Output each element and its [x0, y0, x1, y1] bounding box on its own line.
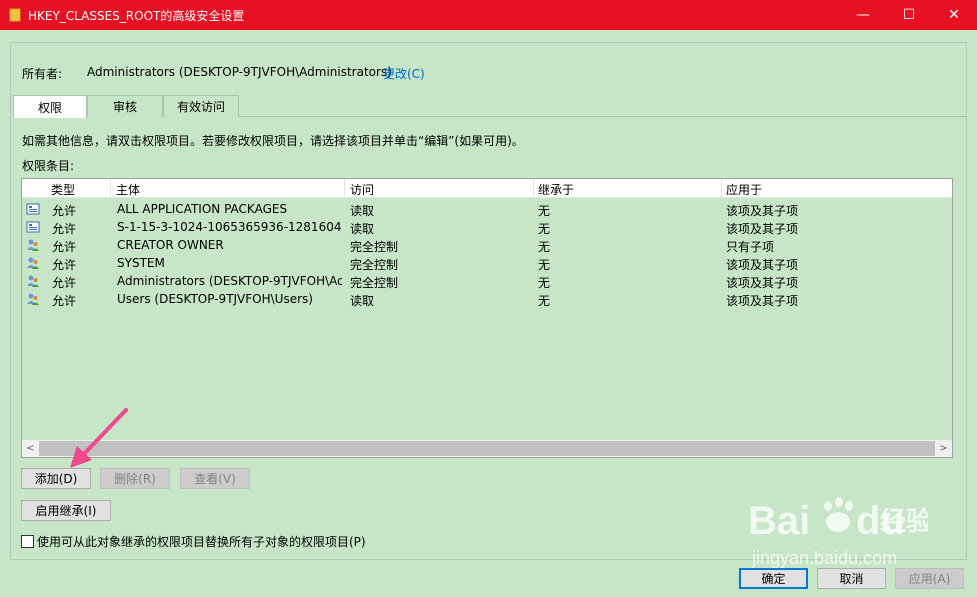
close-icon: ✕ [948, 7, 960, 23]
cancel-button-label: 取消 [839, 572, 864, 586]
cancel-button[interactable]: 取消 [817, 568, 886, 589]
column-separator [533, 179, 534, 198]
row-access: 完全控制 [350, 240, 399, 254]
row-applies-to: 该项及其子项 [726, 204, 799, 218]
tab-label: 有效访问 [176, 100, 225, 114]
row-principal: ALL APPLICATION PACKAGES [117, 202, 288, 216]
maximize-icon: ☐ [902, 7, 916, 23]
close-button[interactable]: ✕ [931, 0, 977, 30]
row-principal: S-1-15-3-1024-1065365936-12816047... [117, 220, 342, 234]
replace-child-permissions-option[interactable]: 使用可从此对象继承的权限项目替换所有子对象的权限项目(P) [21, 533, 366, 550]
row-applies-to: 该项及其子项 [726, 294, 799, 308]
row-type: 允许 [52, 258, 77, 272]
scroll-right-button[interactable]: > [935, 440, 952, 457]
table-row[interactable]: 允许 SYSTEM 完全控制 无 该项及其子项 [22, 254, 952, 272]
column-header-inherited-from[interactable]: 继承于 [538, 181, 574, 197]
replace-child-permissions-checkbox[interactable] [21, 535, 34, 548]
table-row[interactable]: 允许 Users (DESKTOP-9TJVFOH\Users) 读取 无 该项… [22, 290, 952, 308]
folder-icon [9, 8, 21, 22]
chevron-right-icon: > [939, 443, 948, 454]
change-owner-link[interactable]: 更改(C) [383, 65, 425, 82]
apply-button[interactable]: 应用(A) [895, 568, 964, 589]
row-access: 读取 [350, 204, 375, 218]
apply-button-label: 应用(A) [908, 572, 951, 586]
row-inherited-from: 无 [538, 258, 551, 272]
tab-auditing[interactable]: 审核 [87, 95, 163, 117]
enable-inheritance-button[interactable]: 启用继承(I) [21, 500, 111, 521]
row-inherited-from: 无 [538, 204, 551, 218]
chevron-left-icon: < [26, 443, 35, 454]
window-title: HKEY_CLASSES_ROOT的高级安全设置 [28, 9, 245, 23]
list-header: 类型 主体 访问 继承于 应用于 [22, 179, 952, 198]
row-access: 读取 [350, 222, 375, 236]
row-type: 允许 [52, 276, 77, 290]
horizontal-scrollbar[interactable]: < > [22, 440, 952, 457]
minimize-button[interactable]: — [840, 0, 886, 30]
watermark-url: jingyan.baidu.com [751, 548, 897, 568]
row-principal: Users (DESKTOP-9TJVFOH\Users) [117, 292, 313, 306]
ok-button-label: 确定 [761, 572, 786, 586]
owner-value: Administrators (DESKTOP-9TJVFOH\Administ… [87, 65, 392, 79]
tab-permissions[interactable]: 权限 [13, 95, 87, 118]
view-button[interactable]: 查看(V) [180, 468, 250, 489]
ok-button[interactable]: 确定 [739, 568, 808, 589]
user-group-icon [27, 257, 39, 269]
row-access: 完全控制 [350, 258, 399, 272]
table-row[interactable]: 允许 S-1-15-3-1024-1065365936-12816047... … [22, 218, 952, 236]
row-type: 允许 [52, 294, 77, 308]
row-access: 读取 [350, 294, 375, 308]
row-type: 允许 [52, 240, 77, 254]
title-bar: HKEY_CLASSES_ROOT的高级安全设置 — ☐ ✕ [0, 0, 977, 30]
row-applies-to: 该项及其子项 [726, 276, 799, 290]
row-inherited-from: 无 [538, 240, 551, 254]
table-row[interactable]: 允许 Administrators (DESKTOP-9TJVFOH\Ad...… [22, 272, 952, 290]
row-type: 允许 [52, 204, 77, 218]
enable-inheritance-label: 启用继承(I) [35, 504, 97, 518]
annotation-arrow-icon [70, 408, 128, 468]
user-group-icon [27, 293, 39, 305]
table-row[interactable]: 允许 CREATOR OWNER 完全控制 无 只有子项 [22, 236, 952, 254]
replace-child-permissions-label: 使用可从此对象继承的权限项目替换所有子对象的权限项目(P) [37, 535, 366, 549]
row-inherited-from: 无 [538, 276, 551, 290]
row-principal: Administrators (DESKTOP-9TJVFOH\Ad... [117, 274, 342, 288]
tab-label: 权限 [37, 100, 62, 115]
app-package-icon [26, 203, 40, 215]
column-separator [344, 179, 345, 198]
row-inherited-from: 无 [538, 294, 551, 308]
column-header-principal[interactable]: 主体 [116, 181, 140, 197]
watermark-brand: Bai [748, 499, 810, 543]
row-type: 允许 [52, 222, 77, 236]
permission-entries-label: 权限条目: [22, 159, 75, 173]
maximize-button[interactable]: ☐ [886, 0, 932, 30]
tab-effective-access[interactable]: 有效访问 [163, 95, 239, 117]
table-row[interactable]: 允许 ALL APPLICATION PACKAGES 读取 无 该项及其子项 [22, 200, 952, 218]
app-package-icon [26, 221, 40, 233]
minimize-icon: — [856, 7, 870, 23]
column-separator [721, 179, 722, 198]
row-applies-to: 该项及其子项 [726, 222, 799, 236]
user-group-icon [27, 239, 39, 251]
row-principal: SYSTEM [117, 256, 165, 270]
row-principal: CREATOR OWNER [117, 238, 224, 252]
tab-label: 审核 [112, 100, 137, 114]
scrollbar-thumb[interactable] [39, 441, 935, 456]
row-applies-to: 只有子项 [726, 240, 775, 254]
row-inherited-from: 无 [538, 222, 551, 236]
row-applies-to: 该项及其子项 [726, 258, 799, 272]
permission-entries-list[interactable]: 类型 主体 访问 继承于 应用于 允许 ALL APPLICATION PACK… [21, 178, 953, 458]
owner-label: 所有者: [22, 67, 63, 81]
column-header-applies-to[interactable]: 应用于 [726, 181, 762, 197]
info-text: 如需其他信息，请双击权限项目。若要修改权限项目，请选择该项目并单击“编辑”(如果… [22, 134, 524, 148]
column-header-access[interactable]: 访问 [350, 181, 374, 197]
column-separator [110, 179, 111, 198]
view-button-label: 查看(V) [194, 472, 236, 486]
baidu-jingyan-watermark-logo: Bai du 经验 jingyan.baidu.com [748, 497, 928, 568]
column-header-type[interactable]: 类型 [51, 181, 75, 197]
user-group-icon [27, 275, 39, 287]
scroll-left-button[interactable]: < [22, 440, 39, 457]
row-access: 完全控制 [350, 276, 399, 290]
watermark-cn: 经验 [880, 506, 928, 537]
